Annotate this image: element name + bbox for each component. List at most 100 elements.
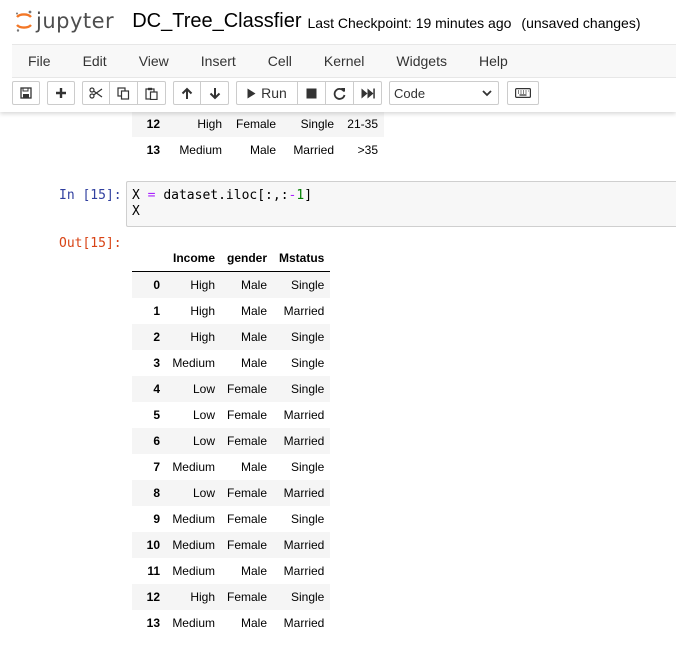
row-index: 13 (146, 143, 160, 157)
row-index: 8 (153, 486, 160, 500)
row-index: 12 (146, 117, 160, 131)
row-index: 5 (153, 408, 160, 422)
plus-icon (56, 88, 66, 98)
table-cell: Single (291, 460, 325, 474)
row-index: 11 (147, 564, 160, 578)
table-row: 4 Low Female Single (132, 376, 331, 402)
table-cell: Married (283, 434, 325, 448)
paste-icon (145, 87, 158, 100)
table-row: 3 Medium Male Single (132, 350, 330, 376)
interrupt-kernel-button[interactable] (298, 81, 326, 105)
table-cell: Low (192, 408, 215, 422)
table-cell: High (190, 304, 215, 318)
menu-bar: File Edit View Insert Cell Kernel Widget… (12, 44, 676, 78)
table-cell: Male (241, 616, 268, 630)
table-cell: Single (300, 117, 334, 131)
arrow-down-icon (209, 87, 220, 99)
output-dataframe: Income gender Mstatus 0 High Male Single 1 H… (132, 245, 331, 636)
table-cell: High (197, 117, 222, 131)
save-icon (20, 87, 32, 99)
code-cell-input[interactable]: X = dataset.iloc[:,:-1] X (126, 181, 676, 227)
table-cell: Male (241, 564, 268, 578)
table-cell: Male (241, 460, 268, 474)
cut-button[interactable] (82, 81, 110, 105)
row-index: 0 (153, 278, 160, 292)
run-button[interactable]: Run (236, 81, 298, 105)
row-index: 9 (153, 512, 160, 526)
stop-icon (306, 88, 317, 98)
move-up-button[interactable] (173, 81, 201, 105)
input-prompt: In [15]: (59, 188, 122, 203)
menu-edit[interactable]: Edit (67, 53, 123, 69)
table-cell: High (190, 278, 215, 292)
menu-help[interactable]: Help (463, 53, 524, 69)
row-index: 2 (153, 330, 160, 344)
column-header: Mstatus (273, 245, 331, 272)
menu-cell[interactable]: Cell (252, 53, 308, 69)
table-row: 2 High Male Single (132, 324, 331, 350)
menu-kernel[interactable]: Kernel (308, 53, 380, 69)
restart-run-all-button[interactable] (354, 81, 382, 105)
menu-file[interactable]: File (12, 53, 67, 69)
table-row: 12 High Female Single (132, 584, 331, 610)
table-row: 11 Medium Male Married (132, 558, 330, 584)
notebook-header: jupyter DC_Tree_Classfier Last Checkpoin… (0, 0, 676, 112)
table-cell: Female (227, 434, 268, 448)
column-header: gender (221, 245, 274, 272)
table-cell: Low (192, 434, 215, 448)
previous-output-table: 12 High Female Single 21-35 13 Medium Ma… (132, 111, 384, 163)
menu-insert[interactable]: Insert (185, 53, 252, 69)
table-cell: Married (293, 143, 334, 157)
checkpoint-status: Last Checkpoint: 19 minutes ago (307, 15, 512, 31)
code-line-2: X (132, 204, 140, 219)
row-index: 3 (153, 356, 160, 370)
menu-widgets[interactable]: Widgets (380, 53, 463, 69)
row-index: 6 (153, 434, 160, 448)
menu-view[interactable]: View (123, 53, 185, 69)
keyboard-icon (515, 88, 531, 98)
jupyter-logo[interactable]: jupyter (14, 9, 114, 33)
copy-button[interactable] (110, 81, 138, 105)
table-cell: Single (291, 330, 325, 344)
table-cell: Single (291, 278, 325, 292)
table-cell: Medium (172, 564, 215, 578)
table-row: 13 Medium Male Married (132, 610, 330, 636)
table-row: 0 High Male Single (132, 271, 331, 298)
notebook-name[interactable]: DC_Tree_Classfier (132, 10, 301, 33)
table-cell: >35 (357, 143, 378, 157)
move-down-button[interactable] (201, 81, 229, 105)
table-cell: 21-35 (347, 117, 378, 131)
table-cell: Married (283, 304, 325, 318)
restart-kernel-button[interactable] (326, 81, 354, 105)
chevron-down-icon (482, 89, 492, 96)
cell-type-value: Code (394, 85, 426, 101)
command-palette-button[interactable] (507, 81, 539, 105)
table-cell: Low (192, 382, 215, 396)
table-cell: Married (283, 408, 325, 422)
restart-icon (333, 87, 346, 100)
table-cell: Female (227, 538, 268, 552)
table-row: 6 Low Female Married (132, 428, 331, 454)
save-button[interactable] (12, 81, 40, 105)
table-cell: Medium (179, 143, 222, 157)
code-token: X (132, 188, 140, 203)
table-cell: Female (227, 486, 268, 500)
row-index: 4 (153, 382, 160, 396)
table-cell: High (190, 330, 215, 344)
table-cell: Male (241, 356, 268, 370)
row-index: 7 (153, 460, 160, 474)
toolbar: Run Code (12, 80, 546, 106)
row-index: 13 (146, 616, 160, 630)
cell-type-select[interactable]: Code (389, 81, 499, 105)
table-cell: Single (291, 512, 325, 526)
table-cell: Single (291, 382, 325, 396)
table-cell: Single (291, 590, 325, 604)
index-header (132, 245, 166, 272)
table-row: 10 Medium Female Married (132, 532, 331, 558)
insert-cell-button[interactable] (47, 81, 75, 105)
run-button-label: Run (261, 85, 287, 101)
table-cell: High (190, 590, 215, 604)
paste-button[interactable] (138, 81, 166, 105)
table-cell: Low (192, 486, 215, 500)
play-icon (247, 88, 256, 98)
